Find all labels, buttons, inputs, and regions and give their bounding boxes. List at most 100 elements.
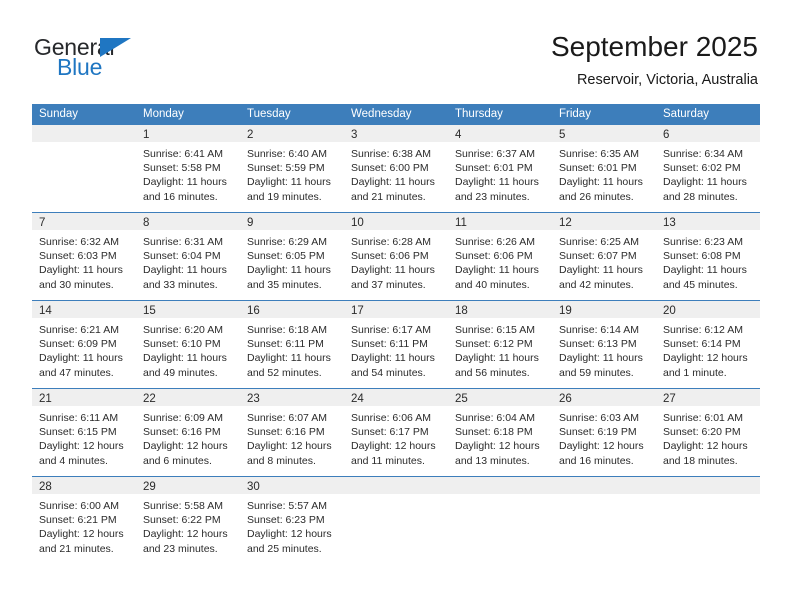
day-detail-line: and 47 minutes. [39,366,114,379]
calendar-day-cell[interactable]: 4 Sunrise: 6:37 AM Sunset: 6:01 PM Daylight… [448,125,552,212]
day-detail-line: Daylight: 11 hours [247,176,331,189]
day-number-band: 11 [448,213,552,230]
weekday-header-tuesday: Tuesday [247,108,291,120]
day-details: Sunrise: 5:57 AM Sunset: 6:23 PM Daylight:… [240,494,344,556]
calendar-day-cell[interactable]: 22 Sunrise: 6:09 AM Sunset: 6:16 PM Dayligh… [136,389,240,476]
day-number-band: 27 [656,389,760,406]
day-detail-line: Sunset: 6:04 PM [143,250,221,263]
day-detail-line: Sunrise: 6:40 AM [247,148,327,160]
day-number-band [344,477,448,494]
weekday-header-row: Sunday Monday Tuesday Wednesday Thursday Frid… [32,104,760,125]
calendar-day-cell[interactable]: 12 Sunrise: 6:25 AM Sunset: 6:07 PM Dayligh… [552,213,656,300]
day-detail-line: Daylight: 11 hours [559,176,643,189]
day-details: Sunrise: 6:38 AM Sunset: 6:00 PM Daylight:… [344,142,448,204]
day-detail-line: Daylight: 11 hours [247,264,331,277]
calendar-day-cell[interactable]: 25 Sunrise: 6:04 AM Sunset: 6:18 PM Dayligh… [448,389,552,476]
day-detail-line: Sunrise: 6:00 AM [39,500,119,512]
day-detail-line: Sunset: 6:23 PM [247,514,325,527]
day-detail-line: Sunset: 6:18 PM [455,426,533,439]
calendar-day-cell[interactable]: 1 Sunrise: 6:41 AM Sunset: 5:58 PM Daylight… [136,125,240,212]
calendar-day-cell[interactable]: 16 Sunrise: 6:18 AM Sunset: 6:11 PM Dayligh… [240,301,344,388]
day-detail-line: Daylight: 12 hours [143,440,228,453]
day-number: 15 [143,305,156,317]
calendar-day-cell[interactable]: 3 Sunrise: 6:38 AM Sunset: 6:00 PM Daylight… [344,125,448,212]
day-number-band [552,477,656,494]
day-number-band: 8 [136,213,240,230]
calendar-weeks: 1 Sunrise: 6:41 AM Sunset: 5:58 PM Daylight… [32,125,760,564]
day-detail-line: Daylight: 12 hours [663,352,748,365]
day-details: Sunrise: 6:18 AM Sunset: 6:11 PM Daylight:… [240,318,344,380]
day-details: Sunrise: 6:00 AM Sunset: 6:21 PM Daylight:… [32,494,136,556]
calendar-grid: Sunday Monday Tuesday Wednesday Thursday Frid… [32,104,760,564]
day-detail-line: Daylight: 11 hours [39,264,123,277]
calendar-day-cell[interactable]: 10 Sunrise: 6:28 AM Sunset: 6:06 PM Dayligh… [344,213,448,300]
day-detail-line: Sunset: 6:11 PM [351,338,428,351]
calendar-day-cell[interactable]: 27 Sunrise: 6:01 AM Sunset: 6:20 PM Dayligh… [656,389,760,476]
calendar-day-cell[interactable]: 5 Sunrise: 6:35 AM Sunset: 6:01 PM Daylight… [552,125,656,212]
day-detail-line: Sunrise: 6:06 AM [351,412,431,424]
day-number: 30 [247,481,260,493]
calendar-day-cell[interactable]: 2 Sunrise: 6:40 AM Sunset: 5:59 PM Daylight… [240,125,344,212]
day-detail-line: Sunset: 6:06 PM [455,250,533,263]
title-block: September 2025 Reservoir, Victoria, Aust… [551,30,758,89]
day-details: Sunrise: 6:37 AM Sunset: 6:01 PM Daylight:… [448,142,552,204]
calendar-day-cell[interactable]: 9 Sunrise: 6:29 AM Sunset: 6:05 PM Daylight… [240,213,344,300]
day-detail-line: Daylight: 12 hours [559,440,644,453]
weekday-header-monday: Monday [143,108,184,120]
day-number-band: 10 [344,213,448,230]
calendar-day-cell[interactable]: 21 Sunrise: 6:11 AM Sunset: 6:15 PM Dayligh… [32,389,136,476]
day-detail-line: Sunset: 6:15 PM [39,426,117,439]
day-detail-line: Sunrise: 6:26 AM [455,236,535,248]
day-number: 17 [351,305,364,317]
day-detail-line: and 45 minutes. [663,278,738,291]
calendar-day-cell[interactable]: 7 Sunrise: 6:32 AM Sunset: 6:03 PM Daylight… [32,213,136,300]
day-details: Sunrise: 6:01 AM Sunset: 6:20 PM Daylight:… [656,406,760,468]
day-detail-line: and 59 minutes. [559,366,634,379]
day-number-band: 13 [656,213,760,230]
calendar-day-cell[interactable]: 6 Sunrise: 6:34 AM Sunset: 6:02 PM Daylight… [656,125,760,212]
calendar-day-cell-empty [448,477,552,564]
day-detail-line: and 18 minutes. [663,454,738,467]
calendar-day-cell[interactable]: 14 Sunrise: 6:21 AM Sunset: 6:09 PM Dayligh… [32,301,136,388]
logo-text-blue: Blue [57,54,103,80]
calendar-day-cell[interactable]: 15 Sunrise: 6:20 AM Sunset: 6:10 PM Dayligh… [136,301,240,388]
day-details: Sunrise: 6:07 AM Sunset: 6:16 PM Daylight:… [240,406,344,468]
calendar-day-cell[interactable]: 17 Sunrise: 6:17 AM Sunset: 6:11 PM Dayligh… [344,301,448,388]
day-details: Sunrise: 6:14 AM Sunset: 6:13 PM Daylight:… [552,318,656,380]
day-details: Sunrise: 6:17 AM Sunset: 6:11 PM Daylight:… [344,318,448,380]
day-number: 16 [247,305,260,317]
calendar-day-cell[interactable]: 30 Sunrise: 5:57 AM Sunset: 6:23 PM Dayligh… [240,477,344,564]
calendar-day-cell[interactable]: 11 Sunrise: 6:26 AM Sunset: 6:06 PM Dayligh… [448,213,552,300]
day-number: 14 [39,305,52,317]
day-detail-line: and 26 minutes. [559,190,634,203]
calendar-day-cell[interactable]: 20 Sunrise: 6:12 AM Sunset: 6:14 PM Dayligh… [656,301,760,388]
day-number: 9 [247,217,254,229]
day-number-band: 18 [448,301,552,318]
day-detail-line: Sunset: 6:17 PM [351,426,429,439]
day-number-band: 7 [32,213,136,230]
calendar-day-cell[interactable]: 18 Sunrise: 6:15 AM Sunset: 6:12 PM Dayligh… [448,301,552,388]
calendar-day-cell[interactable]: 23 Sunrise: 6:07 AM Sunset: 6:16 PM Dayligh… [240,389,344,476]
calendar-day-cell[interactable]: 19 Sunrise: 6:14 AM Sunset: 6:13 PM Dayligh… [552,301,656,388]
calendar-day-cell[interactable]: 8 Sunrise: 6:31 AM Sunset: 6:04 PM Daylight… [136,213,240,300]
day-detail-line: Daylight: 11 hours [455,352,539,365]
day-detail-line: Sunset: 5:59 PM [247,162,325,175]
calendar-day-cell[interactable]: 29 Sunrise: 5:58 AM Sunset: 6:22 PM Dayligh… [136,477,240,564]
day-detail-line: Sunrise: 6:28 AM [351,236,431,248]
day-detail-line: Sunrise: 5:57 AM [247,500,327,512]
day-number-band: 1 [136,125,240,142]
day-detail-line: Sunset: 6:13 PM [559,338,637,351]
day-number: 22 [143,393,156,405]
day-details: Sunrise: 6:20 AM Sunset: 6:10 PM Daylight:… [136,318,240,380]
day-number-band: 3 [344,125,448,142]
calendar-day-cell[interactable]: 24 Sunrise: 6:06 AM Sunset: 6:17 PM Dayligh… [344,389,448,476]
day-detail-line: Sunset: 6:21 PM [39,514,117,527]
calendar-day-cell[interactable]: 26 Sunrise: 6:03 AM Sunset: 6:19 PM Dayligh… [552,389,656,476]
calendar-day-cell[interactable]: 13 Sunrise: 6:23 AM Sunset: 6:08 PM Dayligh… [656,213,760,300]
day-detail-line: Sunrise: 6:15 AM [455,324,535,336]
day-detail-line: Sunset: 6:08 PM [663,250,741,263]
day-number-band: 14 [32,301,136,318]
calendar-day-cell[interactable]: 28 Sunrise: 6:00 AM Sunset: 6:21 PM Dayligh… [32,477,136,564]
day-detail-line: Sunrise: 6:01 AM [663,412,743,424]
day-number-band: 21 [32,389,136,406]
